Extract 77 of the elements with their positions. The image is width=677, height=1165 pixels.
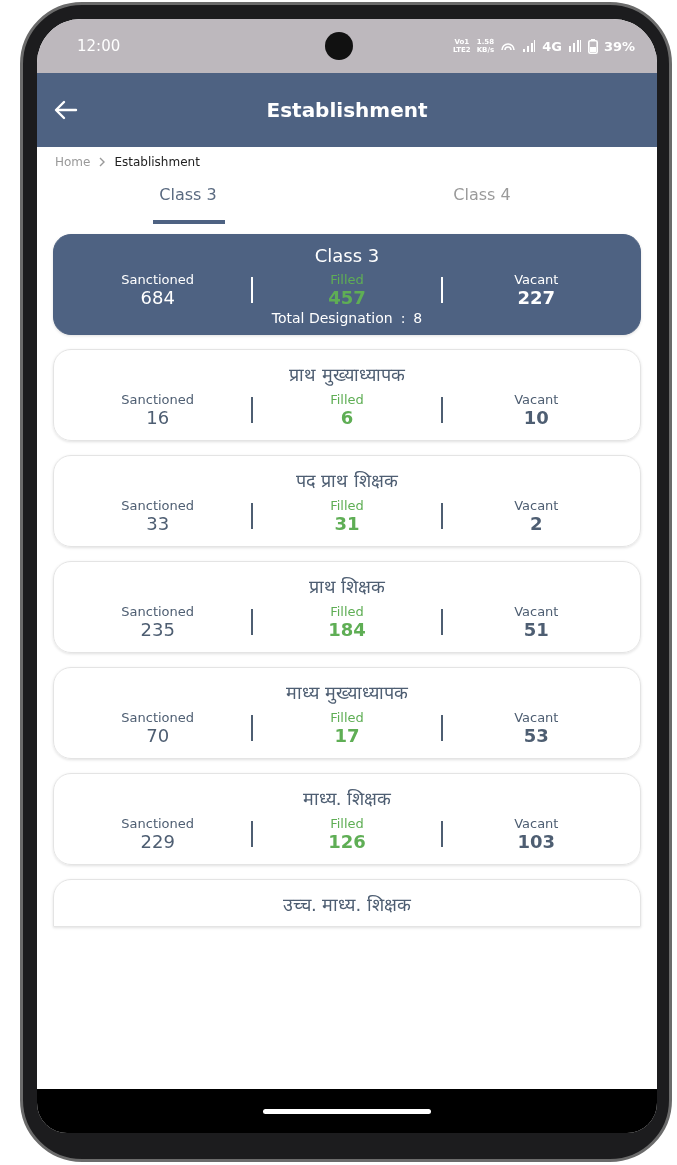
card-title: पद प्राथ शिक्षक xyxy=(294,469,400,492)
stat-value: 31 xyxy=(334,513,360,534)
stat-value: 17 xyxy=(334,725,360,746)
designation-card[interactable]: प्राथ शिक्षक Sanctioned 235 Filled 184 Vacant 51 xyxy=(53,561,641,653)
back-arrow-icon[interactable] xyxy=(54,100,78,120)
stat-value: 33 xyxy=(146,513,170,534)
divider-line xyxy=(440,397,443,423)
stat-value: 229 xyxy=(140,831,175,852)
stat-label: Vacant xyxy=(514,498,559,513)
stat-label: Sanctioned xyxy=(121,272,195,287)
stat-label: Sanctioned xyxy=(121,498,195,513)
stat-value: 53 xyxy=(523,725,549,746)
status-time: 12:00 xyxy=(77,37,121,55)
designation-card[interactable]: उच्च. माध्य. शिक्षक xyxy=(53,879,641,927)
home-indicator[interactable] xyxy=(263,1108,431,1114)
breadcrumb-link[interactable]: Establishment xyxy=(114,155,200,169)
divider-line xyxy=(440,503,443,529)
hotspot-icon xyxy=(500,40,517,52)
designation-card[interactable]: प्राथ मुख्याध्यापक Sanctioned 16 Filled 6 Vacant 10 xyxy=(53,349,641,441)
stat-value: 70 xyxy=(146,725,170,746)
signal-icon xyxy=(567,40,582,52)
stat-label: Sanctioned xyxy=(121,604,195,619)
stat-label: Sanctioned xyxy=(121,710,195,725)
camera-icon xyxy=(325,32,353,60)
total-label: Total Designation xyxy=(271,310,393,326)
stat-value: 103 xyxy=(517,831,556,852)
card-title: Class 3 xyxy=(313,245,381,266)
designation-card[interactable]: माध्य. शिक्षक Sanctioned 229 Filled 126 Vacant 103 xyxy=(53,773,641,865)
stat-label: Filled xyxy=(330,392,364,407)
stat-label: Filled xyxy=(330,604,364,619)
stat-value: 235 xyxy=(140,619,175,640)
stat-label: Filled xyxy=(330,498,364,513)
stat-value: 227 xyxy=(517,287,556,308)
divider-line xyxy=(440,821,443,847)
card-title: उच्च. माध्य. शिक्षक xyxy=(282,893,412,916)
card-title: प्राथ मुख्याध्यापक xyxy=(288,363,406,386)
stat-value: 126 xyxy=(328,831,366,852)
battery-icon xyxy=(587,38,598,54)
stat-label: Filled xyxy=(330,710,364,725)
stat-value: 457 xyxy=(328,287,366,308)
card-title: प्राथ शिक्षक xyxy=(307,575,387,598)
stat-label: Filled xyxy=(330,272,364,287)
stat-value: 684 xyxy=(140,287,175,308)
stat-label: Filled xyxy=(330,816,364,831)
divider-line xyxy=(440,277,443,303)
stat-label: Sanctioned xyxy=(121,392,195,407)
stat-label: Vacant xyxy=(514,816,559,831)
divider-line xyxy=(251,277,254,303)
stat-label: Vacant xyxy=(514,392,559,407)
battery-percent: 39% xyxy=(603,38,635,54)
stat-value: 184 xyxy=(328,619,366,640)
divider-line xyxy=(251,715,254,741)
stat-label: Vacant xyxy=(514,710,559,725)
designation-card[interactable]: पद प्राथ शिक्षक Sanctioned 33 Filled 31 Vacant 2 xyxy=(53,455,641,547)
network-type: 4G xyxy=(542,38,562,54)
card-title: माध्य. शिक्षक xyxy=(301,787,393,810)
stat-label: Sanctioned xyxy=(121,816,195,831)
app-bar-title: Establishment xyxy=(266,98,428,122)
total-value: 8 xyxy=(413,310,423,326)
divider-line xyxy=(440,715,443,741)
stat-value: 2 xyxy=(530,513,543,534)
total-separator: : xyxy=(400,310,406,326)
signal-icon xyxy=(522,40,537,52)
designation-card[interactable]: माध्य मुख्याध्यापक Sanctioned 70 Filled 17 Vacant 53 xyxy=(53,667,641,759)
stat-value: 51 xyxy=(523,619,549,640)
stat-label: Vacant xyxy=(514,604,559,619)
stat-label: Vacant xyxy=(514,272,559,287)
chevron-right-icon xyxy=(98,157,107,167)
divider-line xyxy=(440,609,443,635)
divider-line xyxy=(251,609,254,635)
divider-line xyxy=(251,821,254,847)
stat-value: 16 xyxy=(146,407,170,428)
stat-value: 6 xyxy=(340,407,354,428)
divider-line xyxy=(251,503,254,529)
divider-line xyxy=(251,397,254,423)
stat-value: 10 xyxy=(523,407,549,428)
card-title: माध्य मुख्याध्यापक xyxy=(285,681,409,704)
